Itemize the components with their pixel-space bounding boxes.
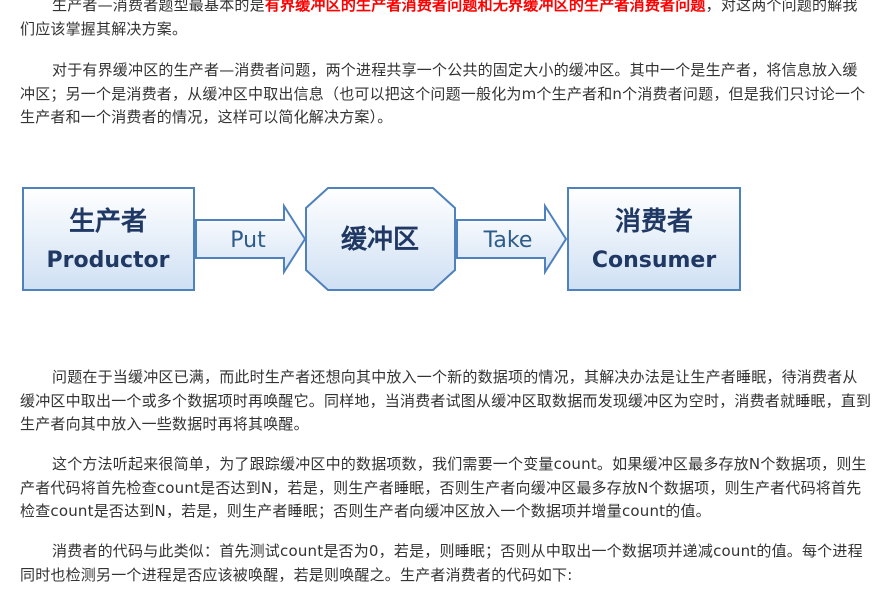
buffer-label: 缓冲区 — [341, 224, 419, 255]
paragraph-intro: 生产者—消费者题型最基本的是有界缓冲区的生产者消费者问题和无界缓冲区的生产者消费… — [20, 0, 872, 41]
paragraph-bounded-buffer: 对于有界缓冲区的生产者—消费者问题，两个进程共享一个公共的固定大小的缓冲区。其中… — [20, 61, 866, 126]
producer-box: 生产者 Productor — [22, 187, 195, 291]
consumer-cn-label: 消费者 — [615, 207, 693, 237]
producer-cn-label: 生产者 — [69, 207, 147, 237]
buffer-box: 缓冲区 — [305, 187, 456, 291]
paragraph-count-variable: 这个方法听起来很简单，为了跟踪缓冲区中的数据项数，我们需要一个变量count。如… — [20, 455, 867, 520]
take-arrow: Take — [456, 202, 568, 276]
take-label: Take — [483, 228, 533, 253]
put-arrow: Put — [195, 202, 307, 276]
consumer-box: 消费者 Consumer — [567, 187, 741, 291]
intro-highlight: 有界缓冲区的生产者消费者问题和无界缓冲区的生产者消费者问题 — [264, 0, 706, 14]
producer-consumer-diagram: 生产者 Productor Put 缓冲区 Take 消费者 Consumer — [22, 187, 741, 291]
consumer-en-label: Consumer — [592, 248, 717, 273]
paragraph-full-buffer: 问题在于当缓冲区已满，而此时生产者还想向其中放入一个新的数据项的情况，其解决办法… — [20, 368, 872, 433]
put-label: Put — [230, 228, 266, 253]
intro-text-pre: 生产者—消费者题型最基本的是 — [52, 0, 265, 14]
producer-en-label: Productor — [46, 248, 169, 273]
paragraph-consumer-code: 消费者的代码与此类似：首先测试count是否为0，若是，则睡眠；否则从中取出一个… — [20, 542, 863, 584]
